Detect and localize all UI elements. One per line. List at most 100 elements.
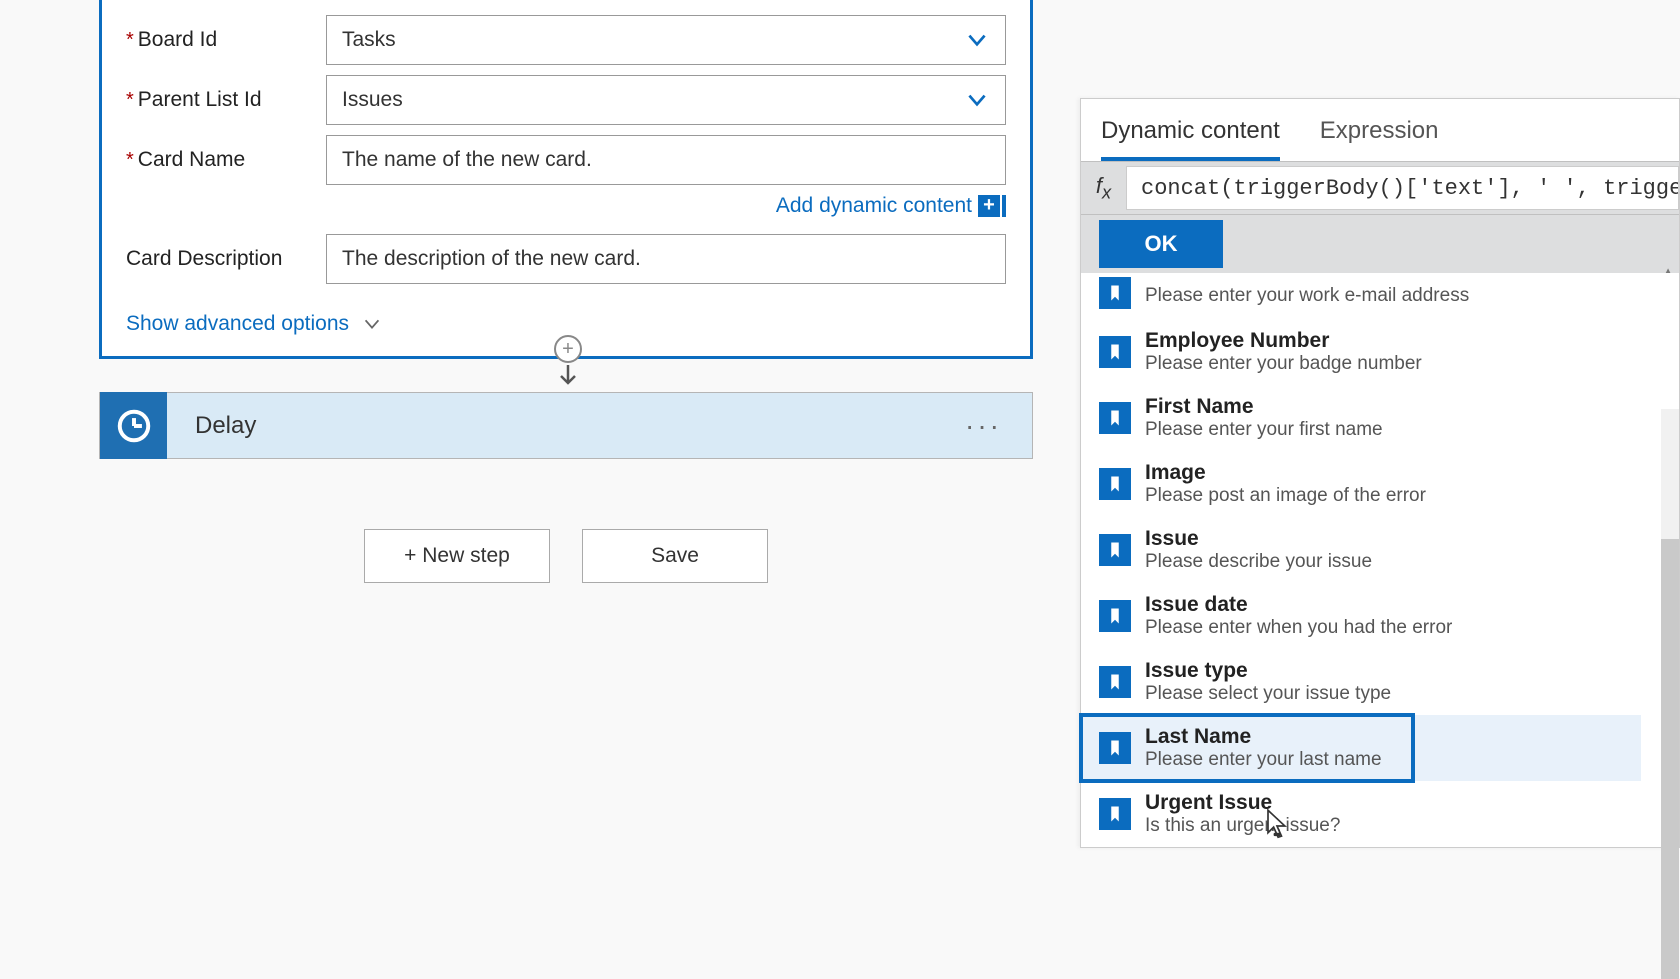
dyn-text: Issue date Please enter when you had the…	[1145, 593, 1452, 639]
dyn-item-desc: Is this an urgent issue?	[1145, 815, 1340, 837]
token-icon	[1099, 732, 1131, 764]
expression-input[interactable]: concat(triggerBody()['text'], ' ', trigg…	[1126, 166, 1679, 210]
dyn-item-last-name[interactable]: Last Name Please enter your last name	[1081, 715, 1413, 781]
dyn-text: Urgent Issue Is this an urgent issue?	[1145, 791, 1340, 837]
label-card-description: Card Description	[126, 247, 326, 271]
label-card-name: * Card Name	[126, 148, 326, 172]
select-parent-list-id[interactable]: Issues	[326, 75, 1006, 125]
chevron-down-icon	[964, 87, 990, 113]
dyn-item-issue-type[interactable]: Issue type Please select your issue type	[1081, 649, 1679, 715]
delay-action[interactable]: Delay ···	[99, 392, 1033, 459]
dyn-text: Issue type Please select your issue type	[1145, 659, 1391, 705]
add-dynamic-content-bar	[1002, 195, 1006, 217]
dyn-text: First Name Please enter your first name	[1145, 395, 1383, 441]
dyn-text: Employee Number Please enter your badge …	[1145, 329, 1422, 375]
row-parent-list-id: * Parent List Id Issues	[126, 72, 1006, 128]
delay-title: Delay	[195, 412, 965, 440]
dyn-item-desc: Please post an image of the error	[1145, 485, 1426, 507]
ok-button[interactable]: OK	[1099, 220, 1223, 268]
show-advanced-options[interactable]: Show advanced options	[126, 302, 1006, 336]
chevron-down-icon	[964, 27, 990, 53]
dyn-item-title: Employee Number	[1145, 329, 1422, 353]
ok-row: OK	[1081, 215, 1679, 273]
token-icon	[1099, 277, 1131, 309]
required-asterisk: *	[126, 29, 134, 52]
dyn-item-title: Issue date	[1145, 593, 1452, 617]
label-parent-list-id-text: Parent List Id	[138, 88, 262, 112]
dyn-item-desc: Please describe your issue	[1145, 551, 1372, 573]
dyn-item-image[interactable]: Image Please post an image of the error	[1081, 451, 1679, 517]
tab-expression[interactable]: Expression	[1320, 117, 1439, 161]
token-icon	[1099, 534, 1131, 566]
input-card-description-placeholder: The description of the new card.	[342, 247, 641, 271]
select-parent-list-id-value: Issues	[342, 88, 403, 112]
arrow-down-icon	[556, 363, 580, 387]
add-step-plus-icon[interactable]: +	[554, 335, 582, 363]
required-asterisk: *	[126, 89, 134, 112]
dyn-item-title: Last Name	[1145, 725, 1382, 749]
action-buttons-row: + New step Save	[99, 529, 1033, 583]
dyn-item-title: Image	[1145, 461, 1426, 485]
dyn-item-issue[interactable]: Issue Please describe your issue	[1081, 517, 1679, 583]
dyn-tabs: Dynamic content Expression	[1081, 99, 1679, 161]
dyn-item-desc: Please enter your last name	[1145, 749, 1382, 771]
row-card-name: * Card Name The name of the new card.	[126, 132, 1006, 188]
tab-dynamic-content[interactable]: Dynamic content	[1101, 117, 1280, 161]
fx-icon: fx	[1081, 173, 1126, 203]
dyn-text: Email Please enter your work e-mail addr…	[1145, 279, 1469, 307]
token-icon	[1099, 468, 1131, 500]
dyn-text: Issue Please describe your issue	[1145, 527, 1372, 573]
dyn-item-employee-number[interactable]: Employee Number Please enter your badge …	[1081, 319, 1679, 385]
scrollbar-thumb[interactable]	[1661, 539, 1679, 979]
chevron-down-icon	[361, 313, 383, 335]
create-card-action: * Board Id Tasks * Parent List Id Issues	[99, 0, 1033, 359]
action-body: * Board Id Tasks * Parent List Id Issues	[102, 0, 1030, 356]
token-icon	[1099, 336, 1131, 368]
show-advanced-text: Show advanced options	[126, 312, 349, 336]
label-board-id-text: Board Id	[138, 28, 217, 52]
dyn-item-title: First Name	[1145, 395, 1383, 419]
dyn-item-desc: Please enter when you had the error	[1145, 617, 1452, 639]
dyn-item-title: Issue type	[1145, 659, 1391, 683]
label-board-id: * Board Id	[126, 28, 326, 52]
token-icon	[1099, 600, 1131, 632]
add-dynamic-row: Add dynamic content +	[126, 188, 1006, 223]
token-icon	[1099, 798, 1131, 830]
dyn-item-issue-date[interactable]: Issue date Please enter when you had the…	[1081, 583, 1679, 649]
connector: +	[554, 335, 582, 387]
label-parent-list-id: * Parent List Id	[126, 88, 326, 112]
save-button[interactable]: Save	[582, 529, 768, 583]
new-step-button[interactable]: + New step	[364, 529, 550, 583]
input-card-name[interactable]: The name of the new card.	[326, 135, 1006, 185]
row-board-id: * Board Id Tasks	[126, 12, 1006, 68]
dynamic-content-panel: Dynamic content Expression ▲ fx concat(t…	[1080, 98, 1680, 848]
clock-icon	[100, 392, 167, 459]
dyn-item-title: Issue	[1145, 527, 1372, 551]
dyn-item-desc: Please select your issue type	[1145, 683, 1391, 705]
add-dynamic-content-link[interactable]: Add dynamic content	[776, 194, 972, 218]
token-icon	[1099, 402, 1131, 434]
required-asterisk: *	[126, 149, 134, 172]
dyn-text: Image Please post an image of the error	[1145, 461, 1426, 507]
dyn-item-desc: Please enter your work e-mail address	[1145, 285, 1469, 307]
ellipsis-icon[interactable]: ···	[965, 410, 1002, 442]
select-board-id[interactable]: Tasks	[326, 15, 1006, 65]
dyn-item-desc: Please enter your badge number	[1145, 353, 1422, 375]
row-card-description: Card Description The description of the …	[126, 231, 1006, 287]
dyn-item-desc: Please enter your first name	[1145, 419, 1383, 441]
dyn-item-urgent-issue[interactable]: Urgent Issue Is this an urgent issue?	[1081, 781, 1679, 847]
dyn-item-email[interactable]: Email Please enter your work e-mail addr…	[1081, 273, 1679, 319]
label-card-name-text: Card Name	[138, 148, 245, 172]
scrollbar[interactable]	[1661, 409, 1679, 847]
dynamic-content-list: Email Please enter your work e-mail addr…	[1081, 273, 1679, 847]
add-dynamic-content-button[interactable]: +	[978, 195, 1000, 217]
fx-bar: fx concat(triggerBody()['text'], ' ', tr…	[1081, 161, 1679, 215]
select-board-id-value: Tasks	[342, 28, 396, 52]
input-card-description[interactable]: The description of the new card.	[326, 234, 1006, 284]
dyn-text: Last Name Please enter your last name	[1145, 725, 1382, 771]
token-icon	[1099, 666, 1131, 698]
dyn-item-title: Urgent Issue	[1145, 791, 1340, 815]
input-card-name-placeholder: The name of the new card.	[342, 148, 592, 172]
label-card-description-text: Card Description	[126, 247, 282, 271]
dyn-item-first-name[interactable]: First Name Please enter your first name	[1081, 385, 1679, 451]
